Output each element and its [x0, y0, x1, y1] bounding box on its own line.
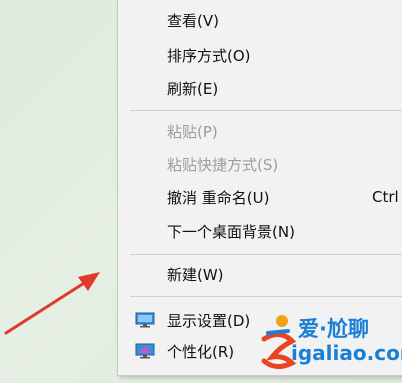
- menu-separator: [130, 110, 402, 111]
- menu-item-label: 粘贴(P): [167, 122, 218, 141]
- menu-item-label: 个性化(R): [167, 342, 235, 361]
- menu-item-sort-by[interactable]: 排序方式(O): [118, 40, 402, 70]
- menu-item-label: 查看(V): [167, 11, 219, 30]
- menu-item-next-background[interactable]: 下一个桌面背景(N): [118, 216, 402, 246]
- menu-item-refresh[interactable]: 刷新(E): [118, 73, 402, 103]
- menu-item-label: 下一个桌面背景(N): [167, 222, 295, 241]
- site-watermark: 爱·尬聊 igaliao.com: [258, 309, 402, 383]
- menu-item-label: 显示设置(D): [167, 311, 251, 330]
- personalize-icon: [135, 343, 155, 359]
- menu-item-new[interactable]: 新建(W): [118, 259, 402, 289]
- menu-item-paste-shortcut[interactable]: 粘贴快捷方式(S): [118, 149, 402, 179]
- menu-separator: [130, 254, 402, 255]
- menu-item-label: 刷新(E): [167, 79, 219, 98]
- menu-item-view[interactable]: 查看(V): [118, 5, 402, 35]
- menu-separator: [130, 296, 402, 297]
- menu-item-paste[interactable]: 粘贴(P): [118, 116, 402, 146]
- menu-item-shortcut: Ctrl: [372, 188, 399, 206]
- menu-item-label: 新建(W): [167, 265, 224, 284]
- menu-item-label: 粘贴快捷方式(S): [167, 155, 279, 174]
- menu-item-label: 排序方式(O): [167, 46, 251, 65]
- watermark-title: 爱·尬聊: [298, 317, 369, 341]
- monitor-icon: [135, 312, 155, 328]
- menu-item-undo-rename[interactable]: 撤消 重命名(U) Ctrl: [118, 182, 402, 212]
- watermark-url: igaliao.com: [291, 341, 402, 365]
- menu-item-label: 撤消 重命名(U): [167, 188, 270, 207]
